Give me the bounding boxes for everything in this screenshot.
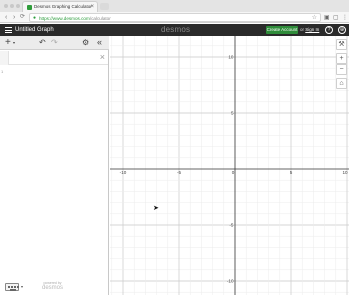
expression-index: 1 [1,69,4,74]
powered-by-brand: desmos [42,285,64,291]
desmos-logo: desmos [161,25,191,34]
x-tick-label: 0 [232,170,235,175]
undo-icon[interactable]: ↶ [39,38,46,48]
add-item-caret-icon[interactable]: ▾ [13,40,15,45]
collapse-panel-icon[interactable]: « [97,37,102,48]
redo-icon[interactable]: ↷ [51,38,58,48]
keyboard-caret-icon[interactable]: ▾ [21,284,23,289]
expression-gutter[interactable] [0,51,9,65]
browser-toolbar: ‹ › ⟳ ● https://www.desmos.com/calculato… [0,12,349,23]
x-tick-label: 5 [290,170,293,175]
url-path: /calculator [89,15,111,21]
reload-icon[interactable]: ⟳ [20,13,25,22]
lock-icon: ● [33,15,37,21]
x-tick-label: -10 [120,170,127,175]
tab-close-icon[interactable]: × [90,3,94,11]
home-zoom-button[interactable]: ⌂ [336,78,347,89]
settings-gear-icon[interactable]: ⚙ [82,38,89,48]
back-arrow-icon[interactable]: ‹ [5,13,7,22]
extension-icon-2[interactable]: ▢ [333,14,339,22]
help-icon[interactable]: ? [325,26,333,34]
sign-in-link[interactable]: Sign In [305,27,319,32]
bookmark-star-icon[interactable]: ☆ [312,14,317,21]
x-tick-label: 10 [342,170,348,175]
y-tick-label: -10 [227,279,234,284]
browser-menu-icon[interactable]: ⋮ [342,14,348,22]
new-tab-button[interactable] [100,3,109,10]
y-tick-label: 10 [228,55,234,60]
extension-icon[interactable]: ▣ [324,14,330,22]
delete-expression-icon[interactable]: × [100,51,105,63]
graph-settings-wrench-icon[interactable]: ⚒ [336,39,347,50]
x-tick-label: -5 [177,170,182,175]
address-url: https://www.desmos.com/calculator [39,16,111,21]
app-header: Untitled Graph desmos Create Account or … [0,24,349,36]
maximize-window-dot[interactable] [16,4,20,8]
graph-grid[interactable]: -10 -5 0 5 10 10 5 -5 -10 [110,36,349,295]
expression-panel: + ▾ ↶ ↷ ⚙ « 1 × ▾ powered by desmos [0,36,109,295]
zoom-out-button[interactable]: − [336,64,347,75]
address-bar[interactable]: ● https://www.desmos.com/calculator ☆ [29,13,321,22]
expression-toolbar: + ▾ ↶ ↷ ⚙ « [0,36,109,50]
y-tick-label: 5 [231,111,234,116]
zoom-in-button[interactable]: + [336,53,347,64]
browser-tab-bar: Desmos Graphing Calculator × [0,0,349,12]
expression-row[interactable]: 1 × [0,51,108,74]
keyboard-toggle-icon[interactable] [5,283,19,291]
create-account-button[interactable]: Create Account [266,26,298,34]
browser-tab[interactable]: Desmos Graphing Calculator × [22,1,98,12]
sign-in-prompt: or Sign In [300,27,319,32]
close-window-dot[interactable] [4,4,8,8]
hamburger-menu-icon[interactable] [5,27,12,33]
mouse-pointer-icon: ➤ [153,205,159,212]
graph-title[interactable]: Untitled Graph [15,27,54,33]
add-item-button[interactable]: + [5,37,11,49]
minimize-window-dot[interactable] [10,4,14,8]
forward-arrow-icon[interactable]: › [13,13,15,22]
language-globe-icon[interactable]: ⊕ [338,26,346,34]
y-tick-label: -5 [229,223,234,228]
powered-by-desmos: powered by desmos [42,281,63,292]
graph-paper[interactable]: -10 -5 0 5 10 10 5 -5 -10 [110,36,349,295]
tab-title: Desmos Graphing Calculator [34,4,92,9]
desmos-favicon-icon [27,5,32,10]
url-host: https://www.desmos.com [39,15,90,21]
or-text: or [300,27,305,32]
